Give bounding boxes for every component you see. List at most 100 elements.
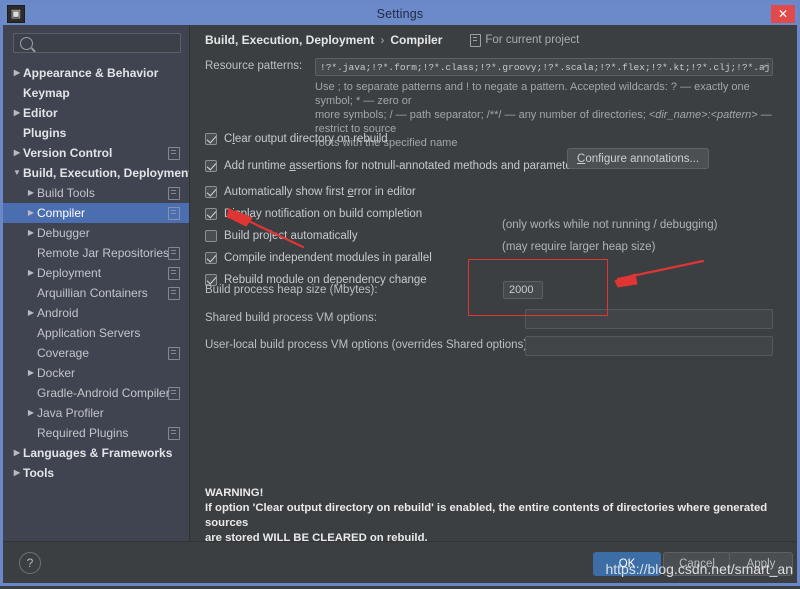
configure-annotations-label: onfigure annotations... bbox=[585, 153, 699, 165]
hint-line-1: Use ; to separate patterns and ! to nega… bbox=[315, 81, 750, 107]
scope-text: For current project bbox=[485, 34, 579, 46]
chevron-right-icon[interactable]: ▶ bbox=[25, 369, 37, 377]
sidebar-item-compiler[interactable]: ▶Compiler bbox=[3, 203, 189, 223]
sidebar-item-label: Tools bbox=[23, 466, 54, 480]
settings-tree: ▶Appearance & Behavior▶Keymap▶Editor▶Plu… bbox=[3, 63, 189, 483]
chevron-right-icon[interactable]: ▶ bbox=[25, 209, 37, 217]
sidebar-item-required-plugins[interactable]: ▶Required Plugins bbox=[3, 423, 189, 443]
search-icon bbox=[20, 37, 33, 50]
checkbox-row-clear-output-directory-on-rebuild[interactable]: Clear output directory on rebuild bbox=[205, 133, 388, 145]
sidebar-item-label: Remote Jar Repositories bbox=[37, 246, 169, 260]
sidebar-item-application-servers[interactable]: ▶Application Servers bbox=[3, 323, 189, 343]
sidebar-item-label: Appearance & Behavior bbox=[23, 66, 158, 80]
checkbox-build-project-automatically[interactable] bbox=[205, 230, 217, 242]
shared-vm-options-input[interactable] bbox=[525, 309, 773, 329]
help-button[interactable]: ? bbox=[19, 552, 41, 574]
sidebar-item-debugger[interactable]: ▶Debugger bbox=[3, 223, 189, 243]
chevron-right-icon[interactable]: ▶ bbox=[11, 69, 23, 77]
cancel-button[interactable]: Cancel bbox=[663, 552, 731, 576]
warning-line-1: If option 'Clear output directory on reb… bbox=[205, 502, 767, 529]
sidebar-item-label: Keymap bbox=[23, 86, 70, 100]
sidebar-item-arquillian-containers[interactable]: ▶Arquillian Containers bbox=[3, 283, 189, 303]
checkbox-automatically-show-first-error-in-editor[interactable] bbox=[205, 186, 217, 198]
sidebar-item-editor[interactable]: ▶Editor bbox=[3, 103, 189, 123]
sidebar-item-gradle-android-compiler[interactable]: ▶Gradle-Android Compiler bbox=[3, 383, 189, 403]
sidebar-item-android[interactable]: ▶Android bbox=[3, 303, 189, 323]
ok-button[interactable]: OK bbox=[593, 552, 661, 576]
user-vm-options-input[interactable] bbox=[525, 336, 773, 356]
sidebar-item-label: Version Control bbox=[23, 146, 112, 160]
project-scope-icon bbox=[168, 247, 180, 260]
sidebar-item-remote-jar-repositories[interactable]: ▶Remote Jar Repositories bbox=[3, 243, 189, 263]
checkbox-row-automatically-show-first-error-in-editor[interactable]: Automatically show first error in editor bbox=[205, 186, 416, 198]
sidebar-item-build-tools[interactable]: ▶Build Tools bbox=[3, 183, 189, 203]
sidebar-item-java-profiler[interactable]: ▶Java Profiler bbox=[3, 403, 189, 423]
chevron-down-icon[interactable]: ▼ bbox=[11, 169, 23, 177]
checkbox-clear-output-directory-on-rebuild[interactable] bbox=[205, 133, 217, 145]
configure-annotations-button[interactable]: Configure annotations... bbox=[567, 148, 709, 169]
sidebar-item-label: Build, Execution, Deployment bbox=[23, 166, 190, 180]
checkbox-row-display-notification-on-build-completion[interactable]: Display notification on build completion bbox=[205, 208, 422, 220]
sidebar-item-languages-frameworks[interactable]: ▶Languages & Frameworks bbox=[3, 443, 189, 463]
checkbox-label: Build project automatically bbox=[224, 230, 358, 242]
scope-label: For current project bbox=[470, 34, 579, 47]
sidebar-item-appearance-behavior[interactable]: ▶Appearance & Behavior bbox=[3, 63, 189, 83]
checkbox-row-compile-independent-modules-in-parallel[interactable]: Compile independent modules in parallel bbox=[205, 252, 432, 264]
close-icon[interactable]: ✕ bbox=[771, 5, 795, 23]
hint-line-2-italic: <dir_name>:<pattern> bbox=[649, 109, 758, 121]
search-input[interactable] bbox=[13, 33, 181, 53]
sidebar-item-label: Required Plugins bbox=[37, 426, 128, 440]
chevron-right-icon[interactable]: ▶ bbox=[25, 229, 37, 237]
chevron-right-icon[interactable]: ▶ bbox=[25, 269, 37, 277]
chevron-right-icon[interactable]: ▶ bbox=[11, 149, 23, 157]
expand-icon[interactable]: ↗ bbox=[759, 62, 769, 72]
sidebar-item-plugins[interactable]: ▶Plugins bbox=[3, 123, 189, 143]
apply-button[interactable]: Apply bbox=[729, 552, 793, 576]
compiler-settings-panel: Build, Execution, Deployment › Compiler … bbox=[190, 25, 797, 542]
resource-patterns-input[interactable]: !?*.java;!?*.form;!?*.class;!?*.groovy;!… bbox=[315, 58, 773, 76]
settings-window: ▣ Settings ✕ ▶Appearance & Behavior▶Keym… bbox=[0, 0, 800, 586]
warning-block: WARNING! If option 'Clear output directo… bbox=[205, 486, 785, 546]
chevron-right-icon[interactable]: ▶ bbox=[25, 189, 37, 197]
checkbox-row-add-runtime-assertions-for-notnull-annotated-methods-and-parameters[interactable]: Add runtime assertions for notnull-annot… bbox=[205, 160, 581, 172]
heap-size-row: Build process heap size (Mbytes): 2000 bbox=[205, 281, 785, 301]
chevron-right-icon[interactable]: ▶ bbox=[25, 309, 37, 317]
label-part-pre: Build project automatically bbox=[224, 230, 358, 242]
sidebar-item-label: Deployment bbox=[37, 266, 101, 280]
configure-annotations-mnemonic: C bbox=[577, 153, 585, 165]
sidebar-item-coverage[interactable]: ▶Coverage bbox=[3, 343, 189, 363]
label-part-pre: Automatically show first bbox=[224, 186, 347, 198]
sidebar-item-label: Java Profiler bbox=[37, 406, 104, 420]
search-wrap bbox=[3, 25, 189, 57]
breadcrumb-separator-icon: › bbox=[380, 33, 384, 47]
heap-size-input[interactable]: 2000 bbox=[503, 281, 543, 299]
project-scope-icon bbox=[168, 187, 180, 200]
heap-size-label: Build process heap size (Mbytes): bbox=[205, 284, 378, 296]
checkbox-display-notification-on-build-completion[interactable] bbox=[205, 208, 217, 220]
sidebar-item-label: Docker bbox=[37, 366, 75, 380]
checkbox-compile-independent-modules-in-parallel[interactable] bbox=[205, 252, 217, 264]
sidebar-item-label: Arquillian Containers bbox=[37, 286, 148, 300]
chevron-right-icon[interactable]: ▶ bbox=[11, 449, 23, 457]
chevron-right-icon[interactable]: ▶ bbox=[11, 469, 23, 477]
sidebar-item-docker[interactable]: ▶Docker bbox=[3, 363, 189, 383]
chevron-right-icon[interactable]: ▶ bbox=[25, 409, 37, 417]
chevron-right-icon[interactable]: ▶ bbox=[11, 109, 23, 117]
sidebar-item-tools[interactable]: ▶Tools bbox=[3, 463, 189, 483]
project-scope-icon bbox=[168, 387, 180, 400]
sidebar-item-version-control[interactable]: ▶Version Control bbox=[3, 143, 189, 163]
project-scope-icon bbox=[168, 267, 180, 280]
breadcrumb-root[interactable]: Build, Execution, Deployment bbox=[205, 33, 374, 47]
sidebar-item-keymap[interactable]: ▶Keymap bbox=[3, 83, 189, 103]
sidebar-item-label: Coverage bbox=[37, 346, 89, 360]
sidebar-item-deployment[interactable]: ▶Deployment bbox=[3, 263, 189, 283]
dialog-footer: ? OK Cancel Apply bbox=[3, 541, 797, 583]
checkbox-row-build-project-automatically[interactable]: Build project automatically bbox=[205, 230, 358, 242]
sidebar-item-label: Debugger bbox=[37, 226, 90, 240]
user-vm-options-row: User-local build process VM options (ove… bbox=[205, 336, 785, 356]
sidebar-item-build-execution-deployment[interactable]: ▼Build, Execution, Deployment bbox=[3, 163, 189, 183]
checkbox-add-runtime-assertions-for-notnull-annotated-methods-and-parameters[interactable] bbox=[205, 160, 217, 172]
checkbox-label: Display notification on build completion bbox=[224, 208, 422, 220]
sidebar-item-label: Build Tools bbox=[37, 186, 95, 200]
project-scope-icon bbox=[168, 207, 180, 220]
